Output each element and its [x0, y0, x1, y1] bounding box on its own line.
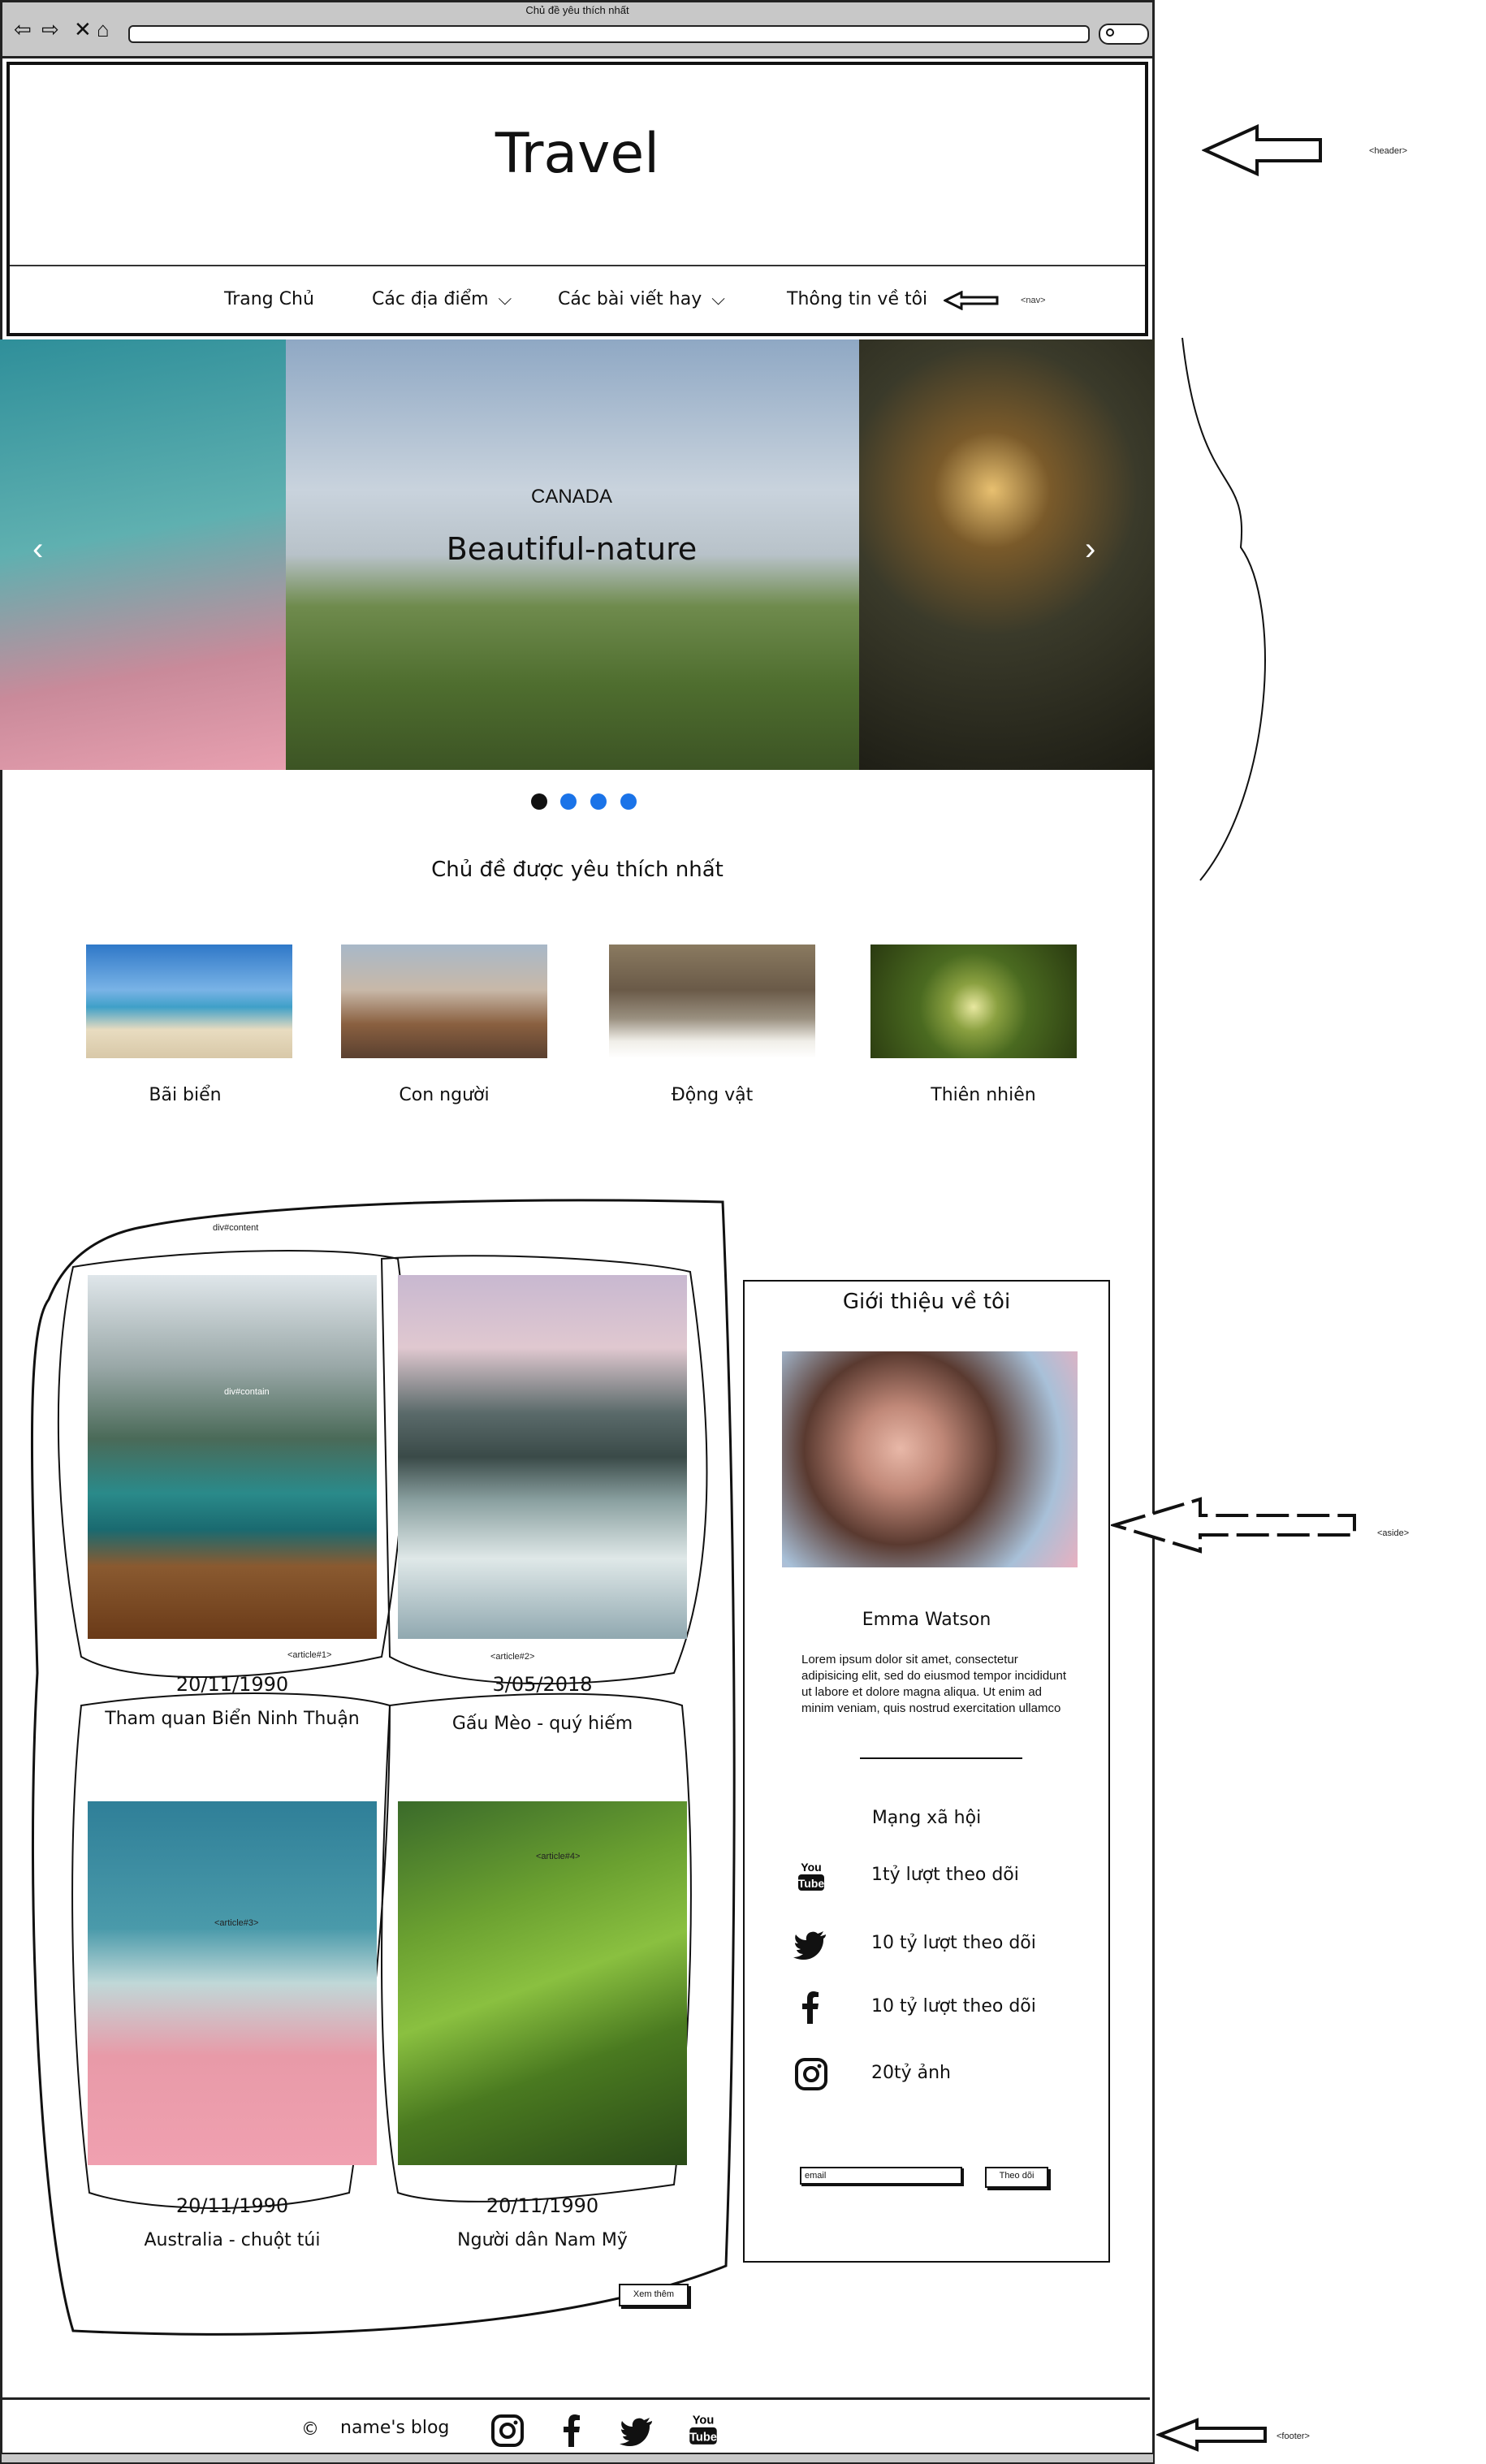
topic-image-beach[interactable] [86, 945, 292, 1058]
hero-next-button[interactable]: › [1085, 531, 1095, 568]
aside-title: Giới thiệu về tôi [842, 1290, 1011, 1314]
nav-label: Thông tin về tôi [787, 289, 928, 309]
more-button[interactable]: Xem thêm [619, 2284, 689, 2306]
hero-caption: Beautiful-nature [446, 531, 698, 567]
address-bar[interactable] [128, 25, 1090, 43]
nav-note: <nav> [1021, 296, 1046, 305]
search-icon [1106, 28, 1114, 37]
article-title-2[interactable]: Gấu Mèo - quý hiếm [388, 1714, 697, 1734]
slider-dot-1[interactable] [531, 793, 547, 810]
search-field[interactable] [1099, 24, 1149, 45]
blog-name[interactable]: name's blog [340, 2418, 449, 2438]
email-field[interactable]: email [800, 2167, 962, 2185]
article-date-1: 20/11/1990 [175, 1673, 289, 1696]
hero-country: CANADA [530, 486, 613, 508]
svg-text:Tube: Tube [798, 1877, 825, 1890]
social-title: Mạng xã hội [871, 1808, 982, 1828]
follow-button[interactable]: Theo dõi [985, 2167, 1048, 2188]
nav-label: Các địa điểm [372, 289, 489, 309]
chevron-down-icon: ⌵ [498, 289, 512, 309]
hero-slider: ‹ › CANADA Beautiful-nature [0, 339, 1155, 770]
article-tag-3: <article#3> [214, 1918, 259, 1928]
social-text: 1tỷ lượt theo dõi [871, 1865, 1019, 1885]
article-date-3: 20/11/1990 [175, 2194, 289, 2217]
slider-dot-2[interactable] [560, 793, 577, 810]
browser-tab-title: Chủ đề yêu thích nhất [525, 4, 629, 16]
avatar [782, 1351, 1078, 1567]
topic-label-people[interactable]: Con người [341, 1085, 547, 1105]
svg-text:You: You [801, 1861, 821, 1874]
facebook-icon[interactable] [555, 2411, 590, 2450]
brace-annotation-icon [1181, 337, 1266, 881]
svg-text:Tube: Tube [689, 2432, 717, 2445]
author-name: Emma Watson [862, 1610, 991, 1630]
header: Travel Trang Chủ Các địa điểm ⌵ Các bài v… [6, 62, 1148, 336]
browser-chrome: Chủ đề yêu thích nhất ⇦ ⇨ ✕ ⌂ [0, 0, 1155, 58]
article-title-1[interactable]: Tham quan Biển Ninh Thuận [78, 1709, 387, 1729]
author-bio: Lorem ipsum dolor sit amet, consectetur … [801, 1653, 1067, 1715]
article-title-4[interactable]: Người dân Nam Mỹ [388, 2230, 697, 2250]
topic-image-animals[interactable] [609, 945, 815, 1058]
instagram-icon[interactable] [490, 2413, 525, 2449]
site-title: Travel [495, 122, 660, 186]
article-title-3[interactable]: Australia - chuột túi [78, 2230, 387, 2250]
content-label: div#content [213, 1223, 259, 1233]
bio-divider [860, 1757, 1022, 1759]
hero-slide-sparkler [859, 339, 1155, 770]
aside-annotation-arrow-icon [1111, 1497, 1356, 1554]
contain-label: div#contain [224, 1387, 270, 1397]
instagram-icon [795, 2058, 827, 2090]
svg-text:You: You [693, 2414, 715, 2427]
nav-item-articles[interactable]: Các bài viết hay ⌵ [558, 289, 725, 309]
social-text: 20tỷ ảnh [871, 2063, 952, 2083]
topic-label-nature[interactable]: Thiên nhiên [880, 1085, 1086, 1105]
nav-item-about[interactable]: Thông tin về tôi [787, 289, 927, 309]
annotation-arrow-icon [944, 291, 999, 310]
article-tag-1: <article#1> [287, 1650, 332, 1660]
hero-prev-button[interactable]: ‹ [32, 531, 43, 568]
nav-item-places[interactable]: Các địa điểm ⌵ [372, 289, 512, 309]
article-image-1[interactable] [88, 1275, 377, 1639]
topic-label-beach[interactable]: Bãi biển [82, 1085, 288, 1105]
footer-annotation-arrow-icon [1156, 2418, 1267, 2452]
nav-label: Các bài viết hay [558, 289, 702, 309]
twitter-icon[interactable] [618, 2413, 657, 2449]
copyright-icon: © [301, 2419, 319, 2440]
article-date-4: 20/11/1990 [486, 2194, 599, 2217]
topic-label-animals[interactable]: Động vật [609, 1085, 815, 1105]
slider-dot-3[interactable] [590, 793, 607, 810]
header-note: <header> [1369, 146, 1408, 156]
social-text: 10 tỷ lượt theo dõi [871, 1933, 1036, 1953]
footer-bar [0, 2453, 1155, 2464]
close-icon[interactable]: ✕ [74, 17, 92, 41]
aside-note: <aside> [1377, 1528, 1410, 1538]
slider-dot-4[interactable] [620, 793, 637, 810]
nav-divider [10, 265, 1145, 266]
chevron-down-icon: ⌵ [711, 289, 725, 309]
youtube-icon: You Tube [798, 1861, 825, 1891]
article-image-2[interactable] [398, 1275, 687, 1639]
facebook-icon [802, 1991, 819, 2024]
nav-item-home[interactable]: Trang Chủ [224, 289, 314, 309]
social-text: 10 tỷ lượt theo dõi [871, 1996, 1036, 2017]
footer-note: <footer> [1276, 2432, 1310, 2441]
header-annotation-arrow-icon [1202, 123, 1322, 177]
forward-icon[interactable]: ⇨ [41, 17, 59, 41]
back-icon[interactable]: ⇦ [14, 17, 32, 41]
youtube-icon[interactable]: You Tube [685, 2408, 722, 2450]
article-image-3[interactable] [88, 1801, 377, 2165]
twitter-icon [793, 1931, 826, 1960]
aside-about-me: Giới thiệu về tôi Emma Watson Lorem ipsu… [743, 1280, 1110, 2263]
article-date-2: 3/05/2018 [492, 1673, 593, 1696]
favorites-title: Chủ đề được yêu thích nhất [431, 858, 724, 882]
topic-image-nature[interactable] [870, 945, 1077, 1058]
home-icon[interactable]: ⌂ [97, 17, 110, 41]
article-tag-2: <article#2> [490, 1652, 535, 1662]
article-tag-4: <article#4> [536, 1852, 581, 1861]
nav-label: Trang Chủ [224, 289, 314, 309]
topic-image-people[interactable] [341, 945, 547, 1058]
